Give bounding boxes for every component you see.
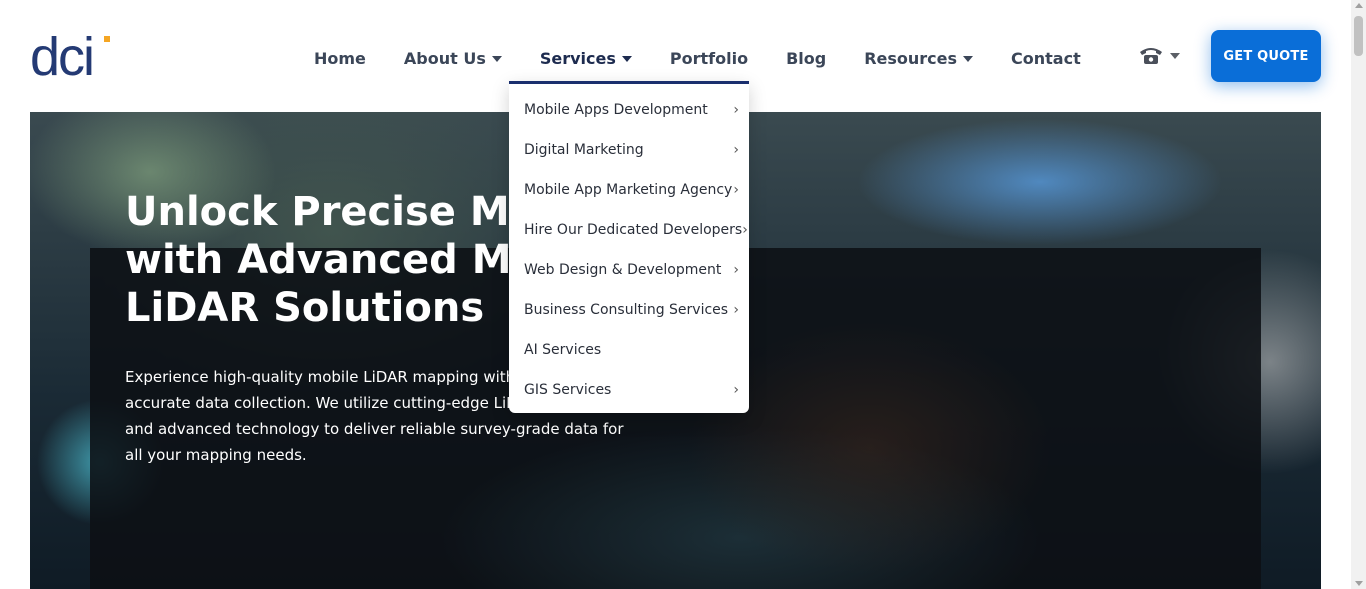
phone-dropdown[interactable] bbox=[1138, 44, 1180, 66]
menu-item-mobile-app-marketing-agency[interactable]: Mobile App Marketing Agency › bbox=[509, 170, 749, 210]
nav-home-label: Home bbox=[314, 48, 366, 68]
menu-item-label: Mobile Apps Development bbox=[524, 102, 708, 118]
nav-services[interactable]: Services bbox=[540, 49, 632, 68]
caret-down-icon bbox=[491, 55, 502, 62]
page-scrollbar[interactable] bbox=[1351, 0, 1366, 589]
chevron-right-icon: › bbox=[733, 102, 739, 118]
menu-item-business-consulting-services[interactable]: Business Consulting Services › bbox=[509, 290, 749, 330]
caret-down-icon bbox=[963, 55, 974, 62]
hero-title-line: LiDAR Solutions bbox=[125, 285, 485, 331]
caret-down-icon bbox=[1170, 52, 1180, 59]
nav-about-us[interactable]: About Us bbox=[404, 49, 502, 68]
nav-portfolio-label: Portfolio bbox=[669, 48, 749, 68]
logo-text: dci bbox=[30, 32, 93, 80]
nav-contact[interactable]: Contact bbox=[1011, 49, 1081, 68]
phone-icon bbox=[1140, 48, 1162, 64]
menu-item-label: Web Design & Development bbox=[524, 262, 722, 278]
nav-portfolio[interactable]: Portfolio bbox=[670, 49, 748, 68]
caret-down-icon bbox=[621, 55, 632, 62]
nav-resources-label: Resources bbox=[864, 48, 958, 68]
get-quote-button[interactable]: GET QUOTE bbox=[1211, 30, 1321, 82]
hero-title-line: Unlock Precise Map bbox=[125, 189, 566, 235]
nav-resources[interactable]: Resources bbox=[864, 48, 974, 68]
nav-blog-label: Blog bbox=[786, 48, 827, 68]
menu-item-digital-marketing[interactable]: Digital Marketing › bbox=[509, 130, 749, 170]
chevron-right-icon: › bbox=[733, 302, 739, 318]
menu-item-label: Hire Our Dedicated Developers bbox=[524, 222, 743, 238]
menu-item-web-design-development[interactable]: Web Design & Development › bbox=[509, 250, 749, 290]
menu-item-label: GIS Services bbox=[524, 382, 612, 398]
dci-logo[interactable]: dci bbox=[30, 27, 112, 87]
chevron-right-icon: › bbox=[733, 182, 739, 198]
hero-title-line: with Advanced Mo bbox=[125, 237, 540, 283]
main-nav: Home About Us Services Portfolio Blog Re… bbox=[300, 44, 1119, 72]
nav-home[interactable]: Home bbox=[314, 49, 366, 68]
menu-item-ai-services[interactable]: AI Services bbox=[509, 330, 749, 370]
chevron-right-icon: › bbox=[733, 262, 739, 278]
menu-item-label: Digital Marketing bbox=[524, 142, 644, 158]
scroll-up-arrow-icon[interactable] bbox=[1355, 3, 1363, 8]
menu-item-label: Business Consulting Services bbox=[524, 302, 729, 318]
scrollbar-thumb[interactable] bbox=[1354, 16, 1363, 56]
nav-services-label: Services bbox=[539, 48, 616, 68]
menu-item-gis-services[interactable]: GIS Services › bbox=[509, 370, 749, 410]
chevron-right-icon: › bbox=[742, 222, 748, 238]
chevron-right-icon: › bbox=[733, 382, 739, 398]
services-dropdown-menu: Mobile Apps Development › Digital Market… bbox=[509, 81, 749, 413]
nav-blog[interactable]: Blog bbox=[786, 49, 826, 68]
menu-item-label: Mobile App Marketing Agency bbox=[524, 182, 733, 198]
scroll-down-arrow-icon[interactable] bbox=[1355, 581, 1363, 586]
menu-item-hire-dedicated-developers[interactable]: Hire Our Dedicated Developers › bbox=[509, 210, 749, 250]
nav-contact-label: Contact bbox=[1011, 48, 1081, 68]
menu-item-mobile-apps-development[interactable]: Mobile Apps Development › bbox=[509, 90, 749, 130]
nav-about-us-label: About Us bbox=[403, 48, 486, 68]
menu-item-label: AI Services bbox=[524, 342, 602, 358]
chevron-right-icon: › bbox=[733, 142, 739, 158]
